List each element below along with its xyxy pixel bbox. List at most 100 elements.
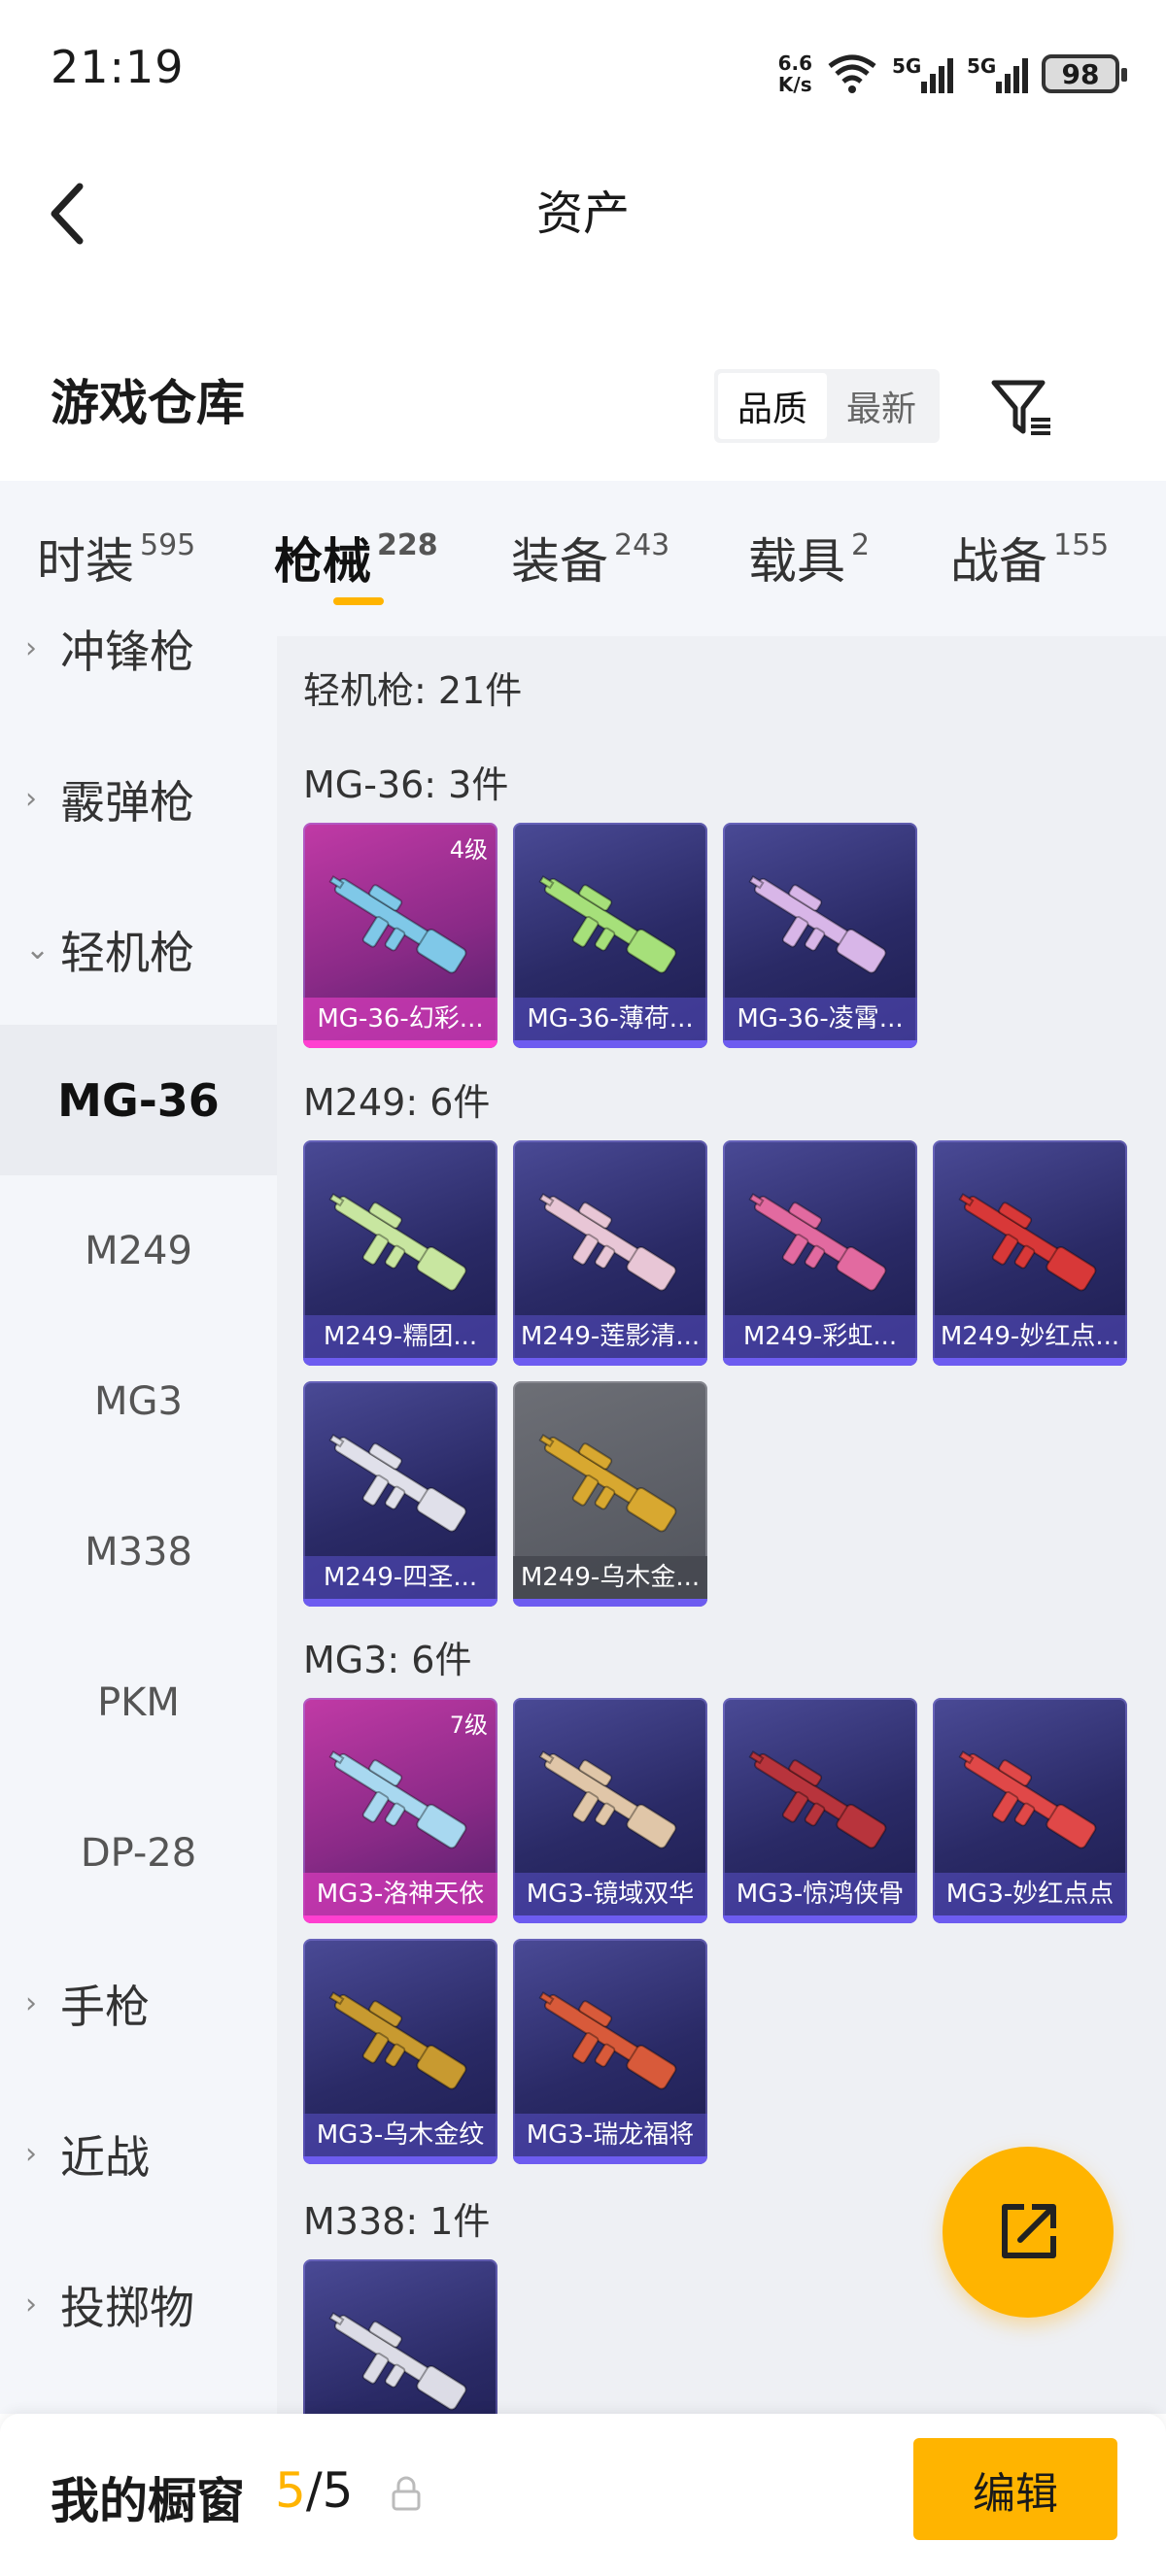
weapon-name: M249-彩虹...: [723, 1315, 917, 1358]
edit-button[interactable]: 编辑: [913, 2438, 1117, 2540]
level-badge: 7级: [449, 1712, 488, 1739]
page-title: 资产: [535, 186, 630, 241]
chevron-right-icon: ›: [25, 631, 37, 665]
chevron-right-icon: ›: [25, 2137, 37, 2171]
weapon-image: [538, 875, 677, 974]
weapon-name: M249-妙红点...: [933, 1315, 1127, 1358]
sidebar-item-melee[interactable]: › 近战: [0, 2079, 277, 2229]
weapon-name: MG-36-凌霄...: [723, 998, 917, 1040]
weapon-card[interactable]: MG3-妙红点点: [933, 1698, 1127, 1923]
group-title: MG-36: 3件: [303, 763, 509, 806]
sidebar-sub-mg3[interactable]: MG3: [0, 1326, 277, 1476]
weapon-image: [538, 1434, 677, 1533]
rarity-bar: [513, 1358, 707, 1366]
status-time: 21:19: [51, 41, 185, 93]
sidebar-sub-mg36[interactable]: MG-36: [0, 1025, 277, 1175]
sidebar-sub-m338[interactable]: M338: [0, 1476, 277, 1627]
status-icons: 6.6 K/s 5G 5G 98: [777, 45, 1127, 103]
rarity-bar: [513, 1040, 707, 1048]
tab-vehicles[interactable]: 载具 2: [748, 523, 870, 593]
weapon-image: [328, 1991, 467, 2090]
tab-indicator: [333, 597, 384, 605]
sidebar-item-throwable[interactable]: › 投掷物: [0, 2229, 277, 2380]
weapon-card[interactable]: 7级 MG3-洛神天依: [303, 1698, 497, 1923]
weapon-image: [538, 1991, 677, 2090]
chevron-right-icon: ›: [25, 2288, 37, 2322]
weapon-card[interactable]: [303, 2259, 497, 2414]
weapon-name: M249-四圣...: [303, 1556, 497, 1599]
rarity-bar: [933, 1358, 1127, 1366]
warehouse-title: 游戏仓库: [51, 375, 245, 431]
weapon-card[interactable]: MG3-瑞龙福将: [513, 1939, 707, 2164]
share-out-icon: [1002, 2204, 1056, 2258]
weapon-image: [538, 1750, 677, 1849]
sidebar-sub-dp28[interactable]: DP-28: [0, 1778, 277, 1928]
weapon-name: MG3-镜域双华: [513, 1873, 707, 1915]
weapon-card[interactable]: 4级 MG-36-幻彩...: [303, 823, 497, 1048]
chevron-right-icon: ›: [25, 1986, 37, 2020]
showcase-count: 5/5: [275, 2462, 354, 2519]
weapon-card[interactable]: M249-彩虹...: [723, 1140, 917, 1366]
group-title: M249: 6件: [303, 1081, 491, 1124]
tab-guns[interactable]: 枪械 228: [274, 523, 438, 593]
weapon-card[interactable]: MG3-惊鸿侠骨: [723, 1698, 917, 1923]
weapon-image: [748, 875, 887, 974]
tab-equipment[interactable]: 装备 243: [511, 523, 669, 593]
weapon-name: MG3-妙红点点: [933, 1873, 1127, 1915]
sidebar-sub-m249[interactable]: M249: [0, 1175, 277, 1326]
weapon-name: M249-莲影清...: [513, 1315, 707, 1358]
weapon-image: [748, 1193, 887, 1292]
category-count: 轻机枪: 21件: [303, 669, 523, 712]
weapon-sidebar: › 冲锋枪 › 霰弹枪 ⌄ 轻机枪 MG-36 M249 MG3 M338 PKM D…: [0, 626, 277, 2414]
group-title: MG3: 6件: [303, 1639, 472, 1681]
weapon-card[interactable]: MG3-乌木金纹: [303, 1939, 497, 2164]
weapon-image: [328, 875, 467, 974]
weapon-card[interactable]: MG3-镜域双华: [513, 1698, 707, 1923]
network-speed: 6.6 K/s: [777, 51, 812, 96]
sort-quality[interactable]: 品质: [718, 373, 827, 439]
rarity-bar: [303, 1040, 497, 1048]
rarity-bar: [303, 1599, 497, 1607]
weapon-card[interactable]: M249-糯团...: [303, 1140, 497, 1366]
filter-icon[interactable]: [986, 369, 1064, 447]
rarity-bar: [933, 1915, 1127, 1923]
weapon-card[interactable]: MG-36-薄荷...: [513, 823, 707, 1048]
sidebar-sub-pkm[interactable]: PKM: [0, 1627, 277, 1778]
weapon-card[interactable]: MG-36-凌霄...: [723, 823, 917, 1048]
sidebar-item-smg[interactable]: › 冲锋枪: [0, 573, 277, 724]
wifi-icon: [828, 54, 876, 93]
group-title: M338: 1件: [303, 2200, 491, 2243]
weapon-name: MG-36-幻彩...: [303, 998, 497, 1040]
sort-newest[interactable]: 最新: [827, 373, 936, 439]
rarity-bar: [513, 1599, 707, 1607]
weapon-name: MG3-乌木金纹: [303, 2114, 497, 2156]
weapon-card[interactable]: M249-四圣...: [303, 1381, 497, 1607]
weapon-name: M249-乌木金...: [513, 1556, 707, 1599]
sidebar-item-pistol[interactable]: › 手枪: [0, 1928, 277, 2079]
weapon-name: MG3-瑞龙福将: [513, 2114, 707, 2156]
showcase-bar: 我的橱窗 5/5 编辑: [0, 2414, 1166, 2576]
rarity-bar: [723, 1040, 917, 1048]
rarity-bar: [513, 2156, 707, 2164]
weapon-name: MG-36-薄荷...: [513, 998, 707, 1040]
weapon-image: [328, 1193, 467, 1292]
weapon-image: [748, 1750, 887, 1849]
weapon-name: M249-糯团...: [303, 1315, 497, 1358]
showcase-label: 我的橱窗: [51, 2473, 245, 2529]
sidebar-item-shotgun[interactable]: › 霰弹枪: [0, 724, 277, 874]
share-button[interactable]: [943, 2147, 1114, 2318]
weapon-card[interactable]: M249-乌木金...: [513, 1381, 707, 1607]
weapon-image: [328, 2312, 467, 2411]
sidebar-item-lmg[interactable]: ⌄ 轻机枪: [0, 874, 277, 1025]
back-arrow-icon[interactable]: [43, 175, 101, 253]
signal-sim1-icon: 5G: [892, 54, 953, 93]
weapon-image: [538, 1193, 677, 1292]
weapon-card[interactable]: M249-妙红点...: [933, 1140, 1127, 1366]
chevron-right-icon: ›: [25, 782, 37, 816]
weapon-name: MG3-洛神天依: [303, 1873, 497, 1915]
chevron-down-icon: ⌄: [25, 932, 51, 966]
weapon-card[interactable]: M249-莲影清...: [513, 1140, 707, 1366]
lock-icon: [392, 2476, 421, 2511]
rarity-bar: [723, 1358, 917, 1366]
tab-supplies[interactable]: 战备 155: [950, 523, 1109, 593]
